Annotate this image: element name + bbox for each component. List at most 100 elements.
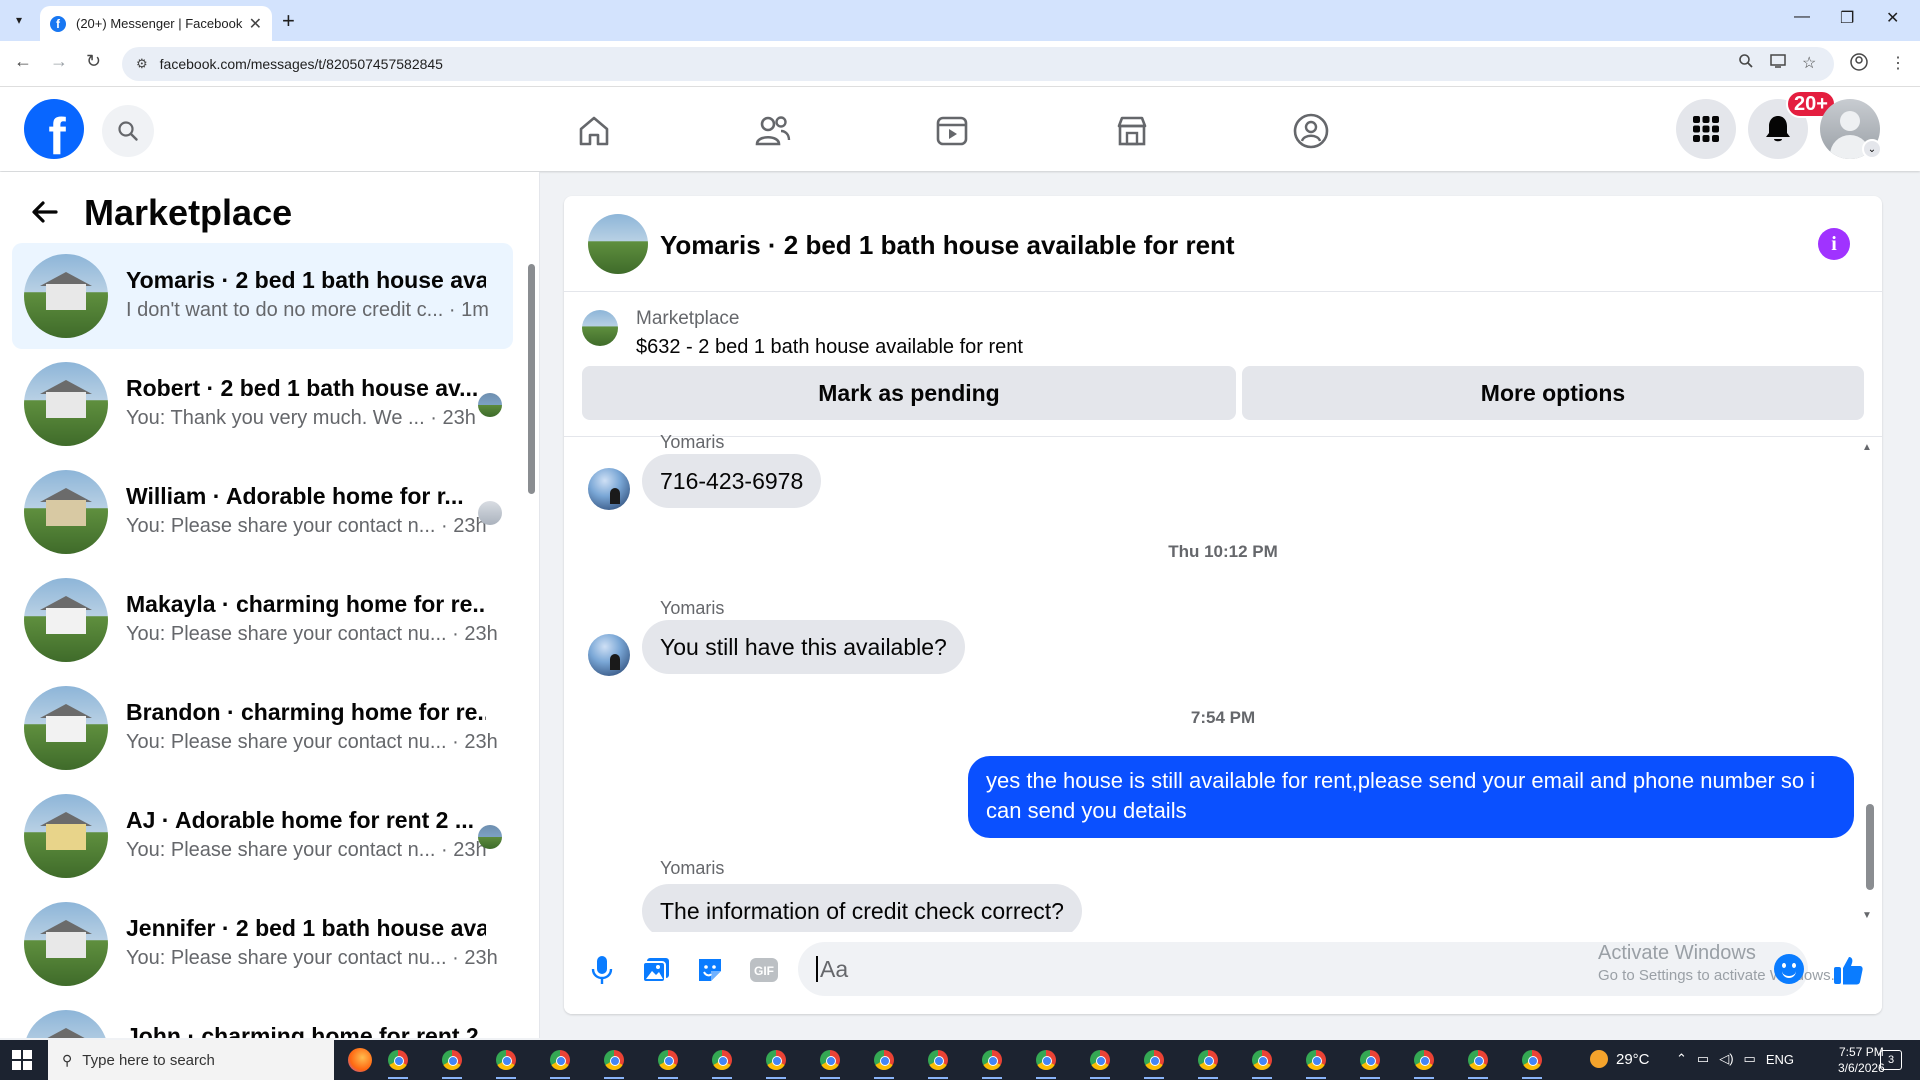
emoji-icon[interactable] [1774,954,1804,984]
weather-widget[interactable]: 29°C [1590,1050,1650,1068]
listing-thumbnail [24,578,108,662]
outgoing-message[interactable]: yes the house is still available for ren… [968,756,1854,838]
display-icon[interactable]: ▭ [1744,1051,1756,1067]
site-info-icon[interactable]: ⚙ [136,56,148,72]
chrome-window-icon[interactable] [1086,1046,1114,1079]
conversation-list-scrollbar[interactable] [528,264,535,494]
restore-icon[interactable]: ❐ [1840,8,1854,28]
chrome-window-icon[interactable] [1464,1046,1492,1079]
chrome-window-icon[interactable] [870,1046,898,1079]
conversation-item[interactable]: AJ · Adorable home for rent 2 ... You: P… [12,783,513,889]
reload-icon[interactable]: ↻ [86,51,101,72]
message-sender: Yomaris [660,858,725,878]
back-arrow-icon[interactable] [30,197,60,235]
chrome-window-icon[interactable] [1302,1046,1330,1079]
chrome-window-icon[interactable] [546,1046,574,1079]
conversation-item[interactable]: Robert · 2 bed 1 bath house av... You: T… [12,351,513,457]
windows-taskbar: ⚲ Type here to search 29°C ⌃ ▭ ◁) ▭ ENG … [0,1040,1920,1080]
back-icon[interactable]: ← [14,51,32,72]
conversation-item[interactable]: Makayla · charming home for re... You: P… [12,567,513,673]
menu-grid-button[interactable] [1676,99,1736,159]
sticker-icon[interactable] [692,952,728,988]
browser-menu-icon[interactable]: ⋮ [1890,53,1906,73]
chrome-window-icon[interactable] [438,1046,466,1079]
install-app-icon[interactable] [1770,53,1786,74]
chrome-window-icon[interactable] [492,1046,520,1079]
seen-avatar [478,393,502,417]
nav-friends-icon[interactable] [745,103,801,159]
tab-close-icon[interactable]: ✕ [249,14,262,34]
conversation-item[interactable]: John · charming home for rent 2... [12,999,513,1038]
microphone-icon[interactable] [584,952,620,988]
notification-center-icon[interactable]: 3 [1880,1050,1902,1070]
network-icon[interactable]: ▭ [1697,1051,1709,1067]
chrome-window-icon[interactable] [924,1046,952,1079]
browser-tab-messenger[interactable]: f (20+) Messenger | Facebook ✕ [40,6,272,41]
taskbar-search[interactable]: ⚲ Type here to search [48,1040,334,1080]
chrome-window-icon[interactable] [1194,1046,1222,1079]
chrome-window-icon[interactable] [1518,1046,1546,1079]
incoming-message[interactable]: You still have this available? [642,620,965,674]
nav-groups-icon[interactable] [1283,103,1339,159]
chat-title[interactable]: Yomaris · 2 bed 1 bath house available f… [660,230,1235,261]
scroll-down-arrow-icon[interactable]: ▼ [1862,910,1872,921]
conversation-item[interactable]: Yomaris · 2 bed 1 bath house avai... I d… [12,243,513,349]
chrome-window-icon[interactable] [762,1046,790,1079]
account-chevron-down-icon[interactable]: ⌄ [1862,139,1882,159]
minimize-icon[interactable]: — [1794,8,1810,26]
conversation-name: William · Adorable home for r... [126,483,464,509]
chrome-window-icon[interactable] [1248,1046,1276,1079]
profile-icon[interactable] [1850,53,1868,76]
taskbar-clock[interactable]: 7:57 PM 3/6/2026 [1838,1044,1885,1076]
volume-icon[interactable]: ◁) [1719,1051,1733,1067]
new-tab-icon[interactable]: + [282,8,295,34]
facebook-logo-icon[interactable]: f [24,99,84,159]
info-icon[interactable]: i [1818,228,1850,260]
windows-start-icon[interactable] [12,1050,32,1070]
scroll-up-arrow-icon[interactable]: ▲ [1862,442,1872,453]
chrome-window-icon[interactable] [1140,1046,1168,1079]
language-indicator[interactable]: ENG [1766,1052,1794,1067]
forward-icon[interactable]: → [50,51,68,72]
zoom-icon[interactable] [1738,53,1754,74]
facebook-search-button[interactable] [102,105,154,157]
address-bar[interactable]: ⚙ facebook.com/messages/t/82050745758284… [122,47,1834,81]
chrome-window-icon[interactable] [708,1046,736,1079]
incoming-message[interactable]: 716-423-6978 [642,454,822,508]
nav-video-icon[interactable] [924,103,980,159]
browser-toolbar: ← → ↻ ⚙ facebook.com/messages/t/82050745… [0,41,1920,87]
chrome-window-icon[interactable] [816,1046,844,1079]
like-thumbs-up-icon[interactable] [1830,952,1866,988]
chrome-window-icon[interactable] [384,1046,412,1079]
conversation-preview: You: Please share your contact nu... · 2… [126,947,498,969]
conversation-item[interactable]: Brandon · charming home for re... You: P… [12,675,513,781]
chrome-window-icon[interactable] [1410,1046,1438,1079]
more-options-button[interactable]: More options [1242,366,1864,420]
nav-home-icon[interactable] [566,103,622,159]
chrome-window-icon[interactable] [1032,1046,1060,1079]
chrome-window-icon[interactable] [1356,1046,1384,1079]
bell-icon [1766,116,1790,142]
chrome-window-icon[interactable] [600,1046,628,1079]
gif-icon[interactable]: GIF [746,952,782,988]
chat-avatar[interactable] [588,214,648,274]
incoming-message[interactable]: The information of credit check correct? [642,884,1082,938]
conversation-name: Brandon · charming home for re... [126,699,486,725]
close-window-icon[interactable]: ✕ [1886,8,1899,28]
show-hidden-icons-icon[interactable]: ⌃ [1676,1051,1687,1067]
mark-as-pending-button[interactable]: Mark as pending [582,366,1236,420]
tab-search-dropdown-icon[interactable]: ▾ [7,9,31,31]
sender-avatar[interactable] [588,468,630,510]
sender-avatar[interactable] [588,634,630,676]
listing-title[interactable]: $632 - 2 bed 1 bath house available for … [636,336,1023,359]
nav-marketplace-icon[interactable] [1104,103,1160,159]
photo-attach-icon[interactable] [638,952,674,988]
conversation-preview: You: Please share your contact n... · 23… [126,839,487,861]
bookmark-star-icon[interactable]: ☆ [1802,53,1816,73]
messages-scrollbar[interactable] [1866,804,1874,890]
firefox-icon[interactable] [348,1048,372,1072]
conversation-item[interactable]: William · Adorable home for r... You: Pl… [12,459,513,565]
conversation-item[interactable]: Jennifer · 2 bed 1 bath house avai... Yo… [12,891,513,997]
chrome-window-icon[interactable] [978,1046,1006,1079]
chrome-window-icon[interactable] [654,1046,682,1079]
